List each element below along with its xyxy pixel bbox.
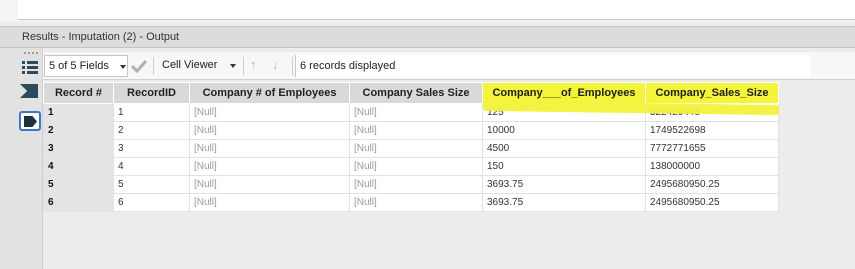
cell-employees[interactable]: [Null] <box>189 157 350 176</box>
column-header-sales-size[interactable]: Company Sales Size <box>349 82 483 104</box>
cell-sales-size-clean[interactable]: 7772771655 <box>645 139 779 158</box>
toolbar-divider <box>153 57 154 75</box>
row-number[interactable]: 6 <box>43 193 114 212</box>
cell-recordid[interactable]: 2 <box>113 121 190 140</box>
cell-sales-size[interactable]: [Null] <box>349 193 483 212</box>
cell-employees-clean[interactable]: 10000 <box>482 121 646 140</box>
cell-recordid[interactable]: 5 <box>113 175 190 194</box>
row-number[interactable]: 1 <box>43 103 114 122</box>
canvas-strip <box>18 0 855 20</box>
results-title: Results - Imputation (2) - Output <box>0 26 855 48</box>
cell-employees-clean[interactable]: 150 <box>482 157 646 176</box>
viewer-dropdown-label: Cell Viewer <box>162 59 218 71</box>
cell-employees[interactable]: [Null] <box>189 103 350 122</box>
column-header-employees[interactable]: Company # of Employees <box>189 82 350 104</box>
results-toolbar: 5 of 5 Fields Cell Viewer ↑ ↓ 6 records … <box>43 52 855 80</box>
cell-employees[interactable]: [Null] <box>189 139 350 158</box>
row-number[interactable]: 5 <box>43 175 114 194</box>
cell-sales-size-clean[interactable]: 2495680950.25 <box>645 193 779 212</box>
viewer-dropdown[interactable]: Cell Viewer <box>158 55 240 77</box>
cell-sales-size[interactable]: [Null] <box>349 103 483 122</box>
down-arrow-icon[interactable]: ↓ <box>272 58 279 72</box>
left-rail <box>0 48 43 269</box>
cell-employees-clean[interactable]: 3693.75 <box>482 175 646 194</box>
cell-employees[interactable]: [Null] <box>189 175 350 194</box>
cell-recordid[interactable]: 4 <box>113 157 190 176</box>
table-row[interactable]: 4 4 [Null] [Null] 150 138000000 <box>43 157 779 176</box>
results-window: Results - Imputation (2) - Output 5 of 5… <box>0 0 855 269</box>
check-icon[interactable] <box>131 59 147 73</box>
row-select-icon[interactable] <box>19 111 41 131</box>
cell-sales-size-clean[interactable]: 138000000 <box>645 157 779 176</box>
header-row: Record # RecordID Company # of Employees… <box>43 82 779 104</box>
cell-sales-size[interactable]: [Null] <box>349 175 483 194</box>
list-icon[interactable] <box>22 60 38 76</box>
row-number[interactable]: 2 <box>43 121 114 140</box>
up-arrow-icon[interactable]: ↑ <box>250 58 257 72</box>
cell-recordid[interactable]: 6 <box>113 193 190 212</box>
cell-employees-clean[interactable]: 3693.75 <box>482 193 646 212</box>
cell-employees-clean[interactable]: 4500 <box>482 139 646 158</box>
row-number[interactable]: 4 <box>43 157 114 176</box>
cell-employees[interactable]: [Null] <box>189 121 350 140</box>
fields-dropdown[interactable]: 5 of 5 Fields <box>44 55 128 77</box>
toolbar-divider <box>243 57 244 75</box>
cell-sales-size-clean[interactable]: 1749522698 <box>645 121 779 140</box>
fields-dropdown-label: 5 of 5 Fields <box>49 60 109 72</box>
column-header-recordid[interactable]: RecordID <box>113 82 190 104</box>
canvas-area <box>0 0 855 22</box>
cell-sales-size-clean[interactable]: 2495680950.25 <box>645 175 779 194</box>
row-number[interactable]: 3 <box>43 139 114 158</box>
cell-recordid[interactable]: 3 <box>113 139 190 158</box>
column-header-record[interactable]: Record # <box>43 82 114 104</box>
cell-sales-size[interactable]: [Null] <box>349 121 483 140</box>
cell-recordid[interactable]: 1 <box>113 103 190 122</box>
grip-handle[interactable] <box>24 52 38 56</box>
cell-sales-size[interactable]: [Null] <box>349 157 483 176</box>
chevron-down-icon <box>230 64 236 68</box>
column-header-sales-size-clean[interactable]: Company_Sales_Size <box>645 82 779 104</box>
cell-employees[interactable]: [Null] <box>189 193 350 212</box>
table-row[interactable]: 2 2 [Null] [Null] 10000 1749522698 <box>43 121 779 140</box>
table-row[interactable]: 5 5 [Null] [Null] 3693.75 2495680950.25 <box>43 175 779 194</box>
data-grid: Record # RecordID Company # of Employees… <box>43 82 779 212</box>
table-row[interactable]: 6 6 [Null] [Null] 3693.75 2495680950.25 <box>43 193 779 212</box>
chevron-down-icon <box>120 65 126 69</box>
table-row[interactable]: 3 3 [Null] [Null] 4500 7772771655 <box>43 139 779 158</box>
cell-sales-size[interactable]: [Null] <box>349 139 483 158</box>
toolbar-divider <box>292 57 293 75</box>
records-count: 6 records displayed <box>295 55 811 77</box>
